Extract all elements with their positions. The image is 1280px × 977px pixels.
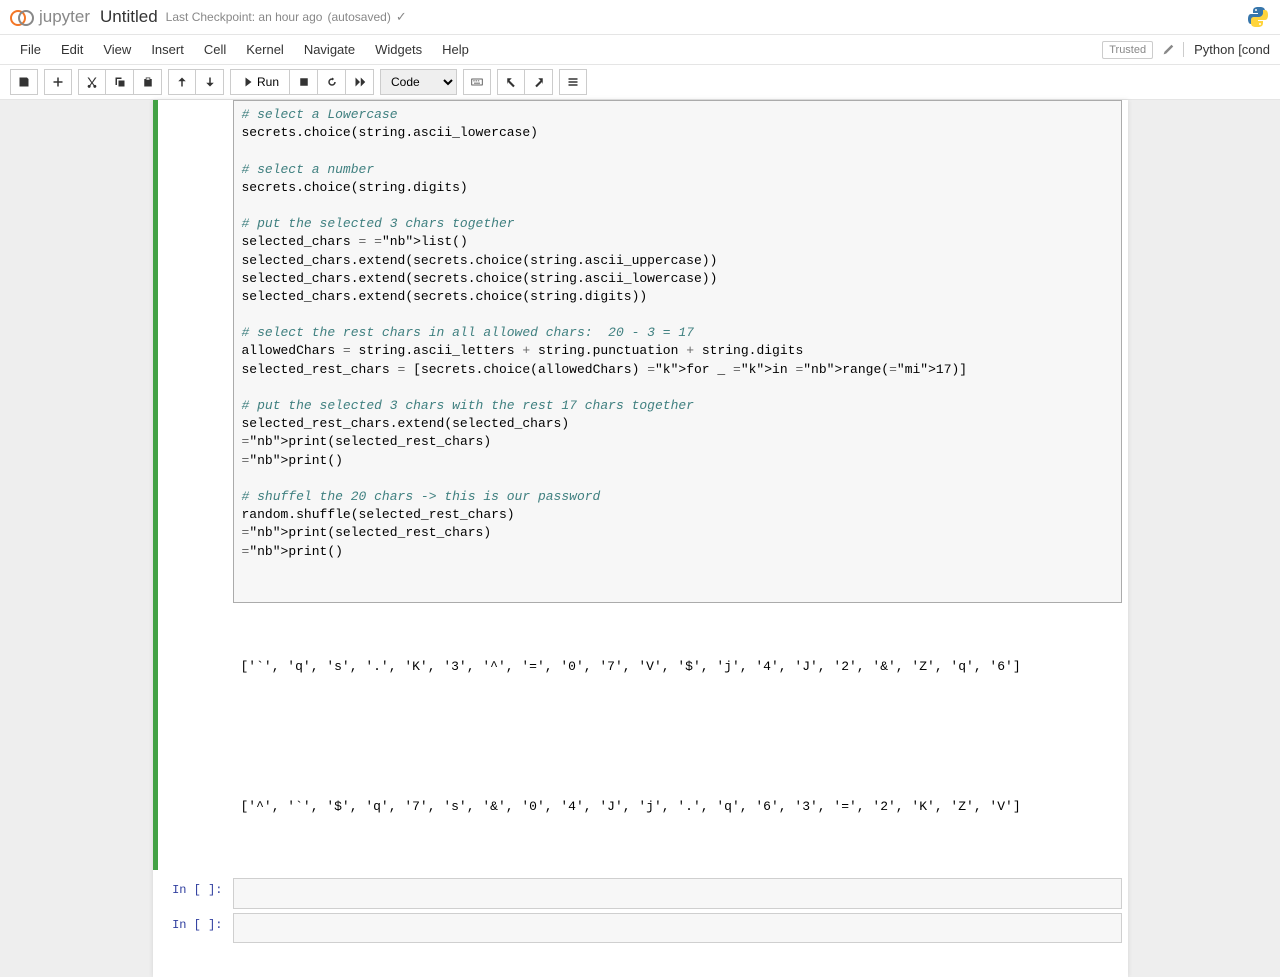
empty-prompt-1: In [ ]:	[153, 878, 233, 908]
stop-icon	[298, 76, 310, 88]
copy-icon	[114, 76, 126, 88]
plus-icon	[52, 76, 64, 88]
logo[interactable]: jupyter	[10, 5, 90, 29]
command-palette-button[interactable]	[463, 69, 491, 95]
menu-widgets[interactable]: Widgets	[365, 37, 432, 62]
pencil-icon[interactable]	[1161, 43, 1175, 57]
run-button[interactable]: Run	[230, 69, 290, 95]
notebook-container: # select a Lowercasesecrets.choice(strin…	[0, 100, 1280, 977]
empty-cell-2[interactable]: In [ ]:	[153, 913, 1128, 943]
empty-cell-1[interactable]: In [ ]:	[153, 878, 1128, 908]
list-icon	[567, 76, 579, 88]
cell-type-select[interactable]: Code	[380, 69, 457, 95]
fast-forward-icon	[354, 76, 366, 88]
arrow-up-icon	[176, 76, 188, 88]
toolbar: Run Code	[0, 65, 1280, 100]
jupyter-logo-icon	[10, 5, 34, 29]
python-logo-icon	[1246, 5, 1270, 29]
code-input-area[interactable]: # select a Lowercasesecrets.choice(strin…	[233, 100, 1122, 603]
cell-prompt	[153, 100, 233, 870]
keyboard-icon	[471, 76, 483, 88]
restart-run-button[interactable]	[346, 69, 374, 95]
move-up-button[interactable]	[168, 69, 196, 95]
notebook-title[interactable]: Untitled	[100, 7, 158, 27]
menu-edit[interactable]: Edit	[51, 37, 93, 62]
add-cell-button[interactable]	[44, 69, 72, 95]
logo-text: jupyter	[39, 7, 90, 27]
menu-view[interactable]: View	[93, 37, 141, 62]
output-area: ['`', 'q', 's', '.', 'K', '3', '^', '=',…	[233, 603, 1122, 870]
menu-kernel[interactable]: Kernel	[236, 37, 294, 62]
restart-icon	[326, 76, 338, 88]
copy-button[interactable]	[106, 69, 134, 95]
empty-input-1[interactable]	[233, 878, 1122, 908]
menu-cell[interactable]: Cell	[194, 37, 236, 62]
paste-icon	[142, 76, 154, 88]
stop-button[interactable]	[290, 69, 318, 95]
list-button[interactable]	[559, 69, 587, 95]
variable-inspector-button[interactable]	[497, 69, 525, 95]
empty-prompt-2: In [ ]:	[153, 913, 233, 943]
variable-inspector2-button[interactable]	[525, 69, 553, 95]
empty-input-2[interactable]	[233, 913, 1122, 943]
save-icon	[18, 76, 30, 88]
menu-navigate[interactable]: Navigate	[294, 37, 365, 62]
menubar: File Edit View Insert Cell Kernel Naviga…	[0, 35, 1280, 65]
menu-file[interactable]: File	[10, 37, 51, 62]
arrow-up-right-icon	[533, 76, 545, 88]
menu-insert[interactable]: Insert	[141, 37, 194, 62]
autosave-text: (autosaved)	[327, 10, 390, 24]
restart-button[interactable]	[318, 69, 346, 95]
move-down-button[interactable]	[196, 69, 224, 95]
trusted-badge[interactable]: Trusted	[1102, 41, 1153, 59]
arrow-up-left-icon	[505, 76, 517, 88]
run-label: Run	[257, 75, 279, 89]
kernel-name[interactable]: Python [cond	[1183, 42, 1270, 57]
play-icon	[241, 76, 253, 88]
notebook: # select a Lowercasesecrets.choice(strin…	[153, 100, 1128, 977]
output-line-1: ['`', 'q', 's', '.', 'K', '3', '^', '=',…	[241, 655, 1114, 678]
code-cell-active[interactable]: # select a Lowercasesecrets.choice(strin…	[153, 100, 1128, 870]
save-button[interactable]	[10, 69, 38, 95]
menu-help[interactable]: Help	[432, 37, 479, 62]
arrow-down-icon	[204, 76, 216, 88]
paste-button[interactable]	[134, 69, 162, 95]
header: jupyter Untitled Last Checkpoint: an hou…	[0, 0, 1280, 35]
checkpoint-text: Last Checkpoint: an hour ago	[166, 10, 323, 24]
check-icon: ✓	[396, 9, 407, 25]
cut-button[interactable]	[78, 69, 106, 95]
cut-icon	[86, 76, 98, 88]
output-line-2: ['^', '`', '$', 'q', '7', 's', '&', '0',…	[241, 795, 1114, 818]
